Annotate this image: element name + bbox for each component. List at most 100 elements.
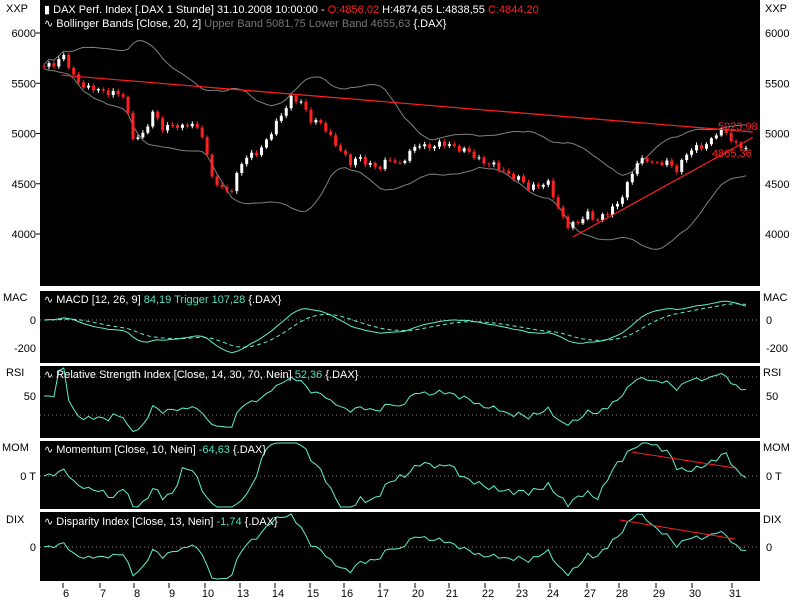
price-tick-right: 4000 xyxy=(765,229,789,241)
candle-body xyxy=(264,139,268,148)
candle-body xyxy=(452,144,456,146)
candle-body xyxy=(111,90,115,96)
candle-body xyxy=(319,120,323,123)
macd-tick-right: -200 xyxy=(766,343,788,355)
candle-body xyxy=(630,173,634,183)
x-tick-label: 15 xyxy=(307,588,319,600)
dix-label-right: DIX xyxy=(763,514,782,526)
candle-body xyxy=(131,112,135,139)
candle-body xyxy=(620,197,624,204)
candle-body xyxy=(190,123,194,127)
candle-body xyxy=(591,211,595,220)
candle-body xyxy=(230,190,234,192)
candle-body xyxy=(704,144,708,149)
candle-body xyxy=(398,162,402,164)
bollinger-suffix: {.DAX} xyxy=(413,18,447,30)
rsi-title: Relative Strength Index [Close, 14, 30, … xyxy=(56,369,292,381)
macd-suffix: {.DAX} xyxy=(248,294,282,306)
x-tick-label: 17 xyxy=(377,588,389,600)
candle-body xyxy=(566,216,570,228)
dix-tick-left: 0 xyxy=(30,542,36,554)
candle-body xyxy=(635,163,639,174)
candle-body xyxy=(136,137,140,139)
dix-suffix: {.DAX} xyxy=(244,516,278,528)
candle-body xyxy=(729,132,733,141)
candle-body xyxy=(166,124,170,131)
price-tick-right: 4500 xyxy=(765,179,789,191)
candle-body xyxy=(660,162,664,166)
candle-body xyxy=(334,135,338,146)
candle-body xyxy=(442,141,446,146)
dix-value: -1,74 xyxy=(216,516,242,528)
candle-body xyxy=(413,146,417,151)
candle-body xyxy=(408,150,412,161)
candle-body xyxy=(175,125,179,128)
candle-body xyxy=(507,170,511,174)
candle-body xyxy=(645,158,649,162)
candle-body xyxy=(86,85,90,88)
candle-body xyxy=(418,146,422,148)
x-tick-label: 31 xyxy=(729,588,741,600)
price-header: ▮ DAX Perf. Index [.DAX 1 Stunde] 31.10.… xyxy=(44,3,539,16)
candle-body xyxy=(344,150,348,155)
x-tick-label: 21 xyxy=(446,588,458,600)
x-tick-label: 16 xyxy=(341,588,353,600)
line-icon: ∿ xyxy=(44,516,54,528)
price-tick-right: 6000 xyxy=(765,28,789,40)
bollinger-header: ∿ Bollinger Bands [Close, 20, 2] Upper B… xyxy=(44,17,446,30)
candle-body xyxy=(289,95,293,109)
candle-body xyxy=(185,124,189,127)
candle-body xyxy=(611,206,615,215)
candle-body xyxy=(161,118,165,131)
rsi-label-right: RSI xyxy=(763,367,782,379)
candle-body xyxy=(685,154,689,160)
price-tick-right: 5000 xyxy=(765,129,789,141)
candle-body xyxy=(403,160,407,163)
candle-body xyxy=(269,134,273,140)
rsi-value: 52,36 xyxy=(294,369,323,381)
candle-body xyxy=(180,124,184,128)
x-tick-label: 24 xyxy=(547,588,559,600)
macd-label-left: MAC xyxy=(3,292,28,304)
candle-body xyxy=(581,219,585,224)
candle-body xyxy=(522,176,526,183)
bollinger-title: Bollinger Bands [Close, 20, 2] xyxy=(56,18,202,30)
candle-body xyxy=(571,221,575,228)
candle-body xyxy=(363,157,367,165)
candle-icon: ▮ xyxy=(44,4,51,16)
candle-body xyxy=(304,101,308,110)
line-icon: ∿ xyxy=(44,294,54,306)
candle-body xyxy=(457,145,461,152)
candle-body xyxy=(655,162,659,164)
x-tick-label: 10 xyxy=(202,588,214,600)
candle-body xyxy=(240,164,244,174)
candle-body xyxy=(146,126,150,133)
candle-body xyxy=(541,184,545,187)
candle-body xyxy=(428,144,432,149)
mom-value: -64,63 xyxy=(198,444,230,456)
candle-body xyxy=(531,184,535,190)
rsi-label-left: RSI xyxy=(6,367,25,379)
candle-body xyxy=(502,169,506,171)
line-icon: ∿ xyxy=(44,444,54,456)
mom-suffix: {.DAX} xyxy=(233,444,267,456)
rsi-suffix: {.DAX} xyxy=(325,369,359,381)
line-icon: ∿ xyxy=(44,369,54,381)
candle-body xyxy=(437,141,441,147)
candle-body xyxy=(106,90,110,96)
candle-body xyxy=(492,162,496,165)
candle-body xyxy=(339,145,343,151)
candle-body xyxy=(329,131,333,136)
candle-body xyxy=(279,115,283,121)
candle-body xyxy=(512,173,516,180)
candle-body xyxy=(373,162,377,167)
macd-tick-right: 0 xyxy=(766,315,772,327)
macd-title: MACD [12, 26, 9] xyxy=(56,294,141,306)
dix-label-left: DIX xyxy=(6,514,25,526)
candle-body xyxy=(309,109,313,123)
candle-body xyxy=(714,135,718,139)
high-value: H:4874,65 xyxy=(382,4,433,16)
candle-body xyxy=(314,120,318,123)
x-tick-label: 14 xyxy=(272,588,284,600)
candle-body xyxy=(96,89,100,91)
